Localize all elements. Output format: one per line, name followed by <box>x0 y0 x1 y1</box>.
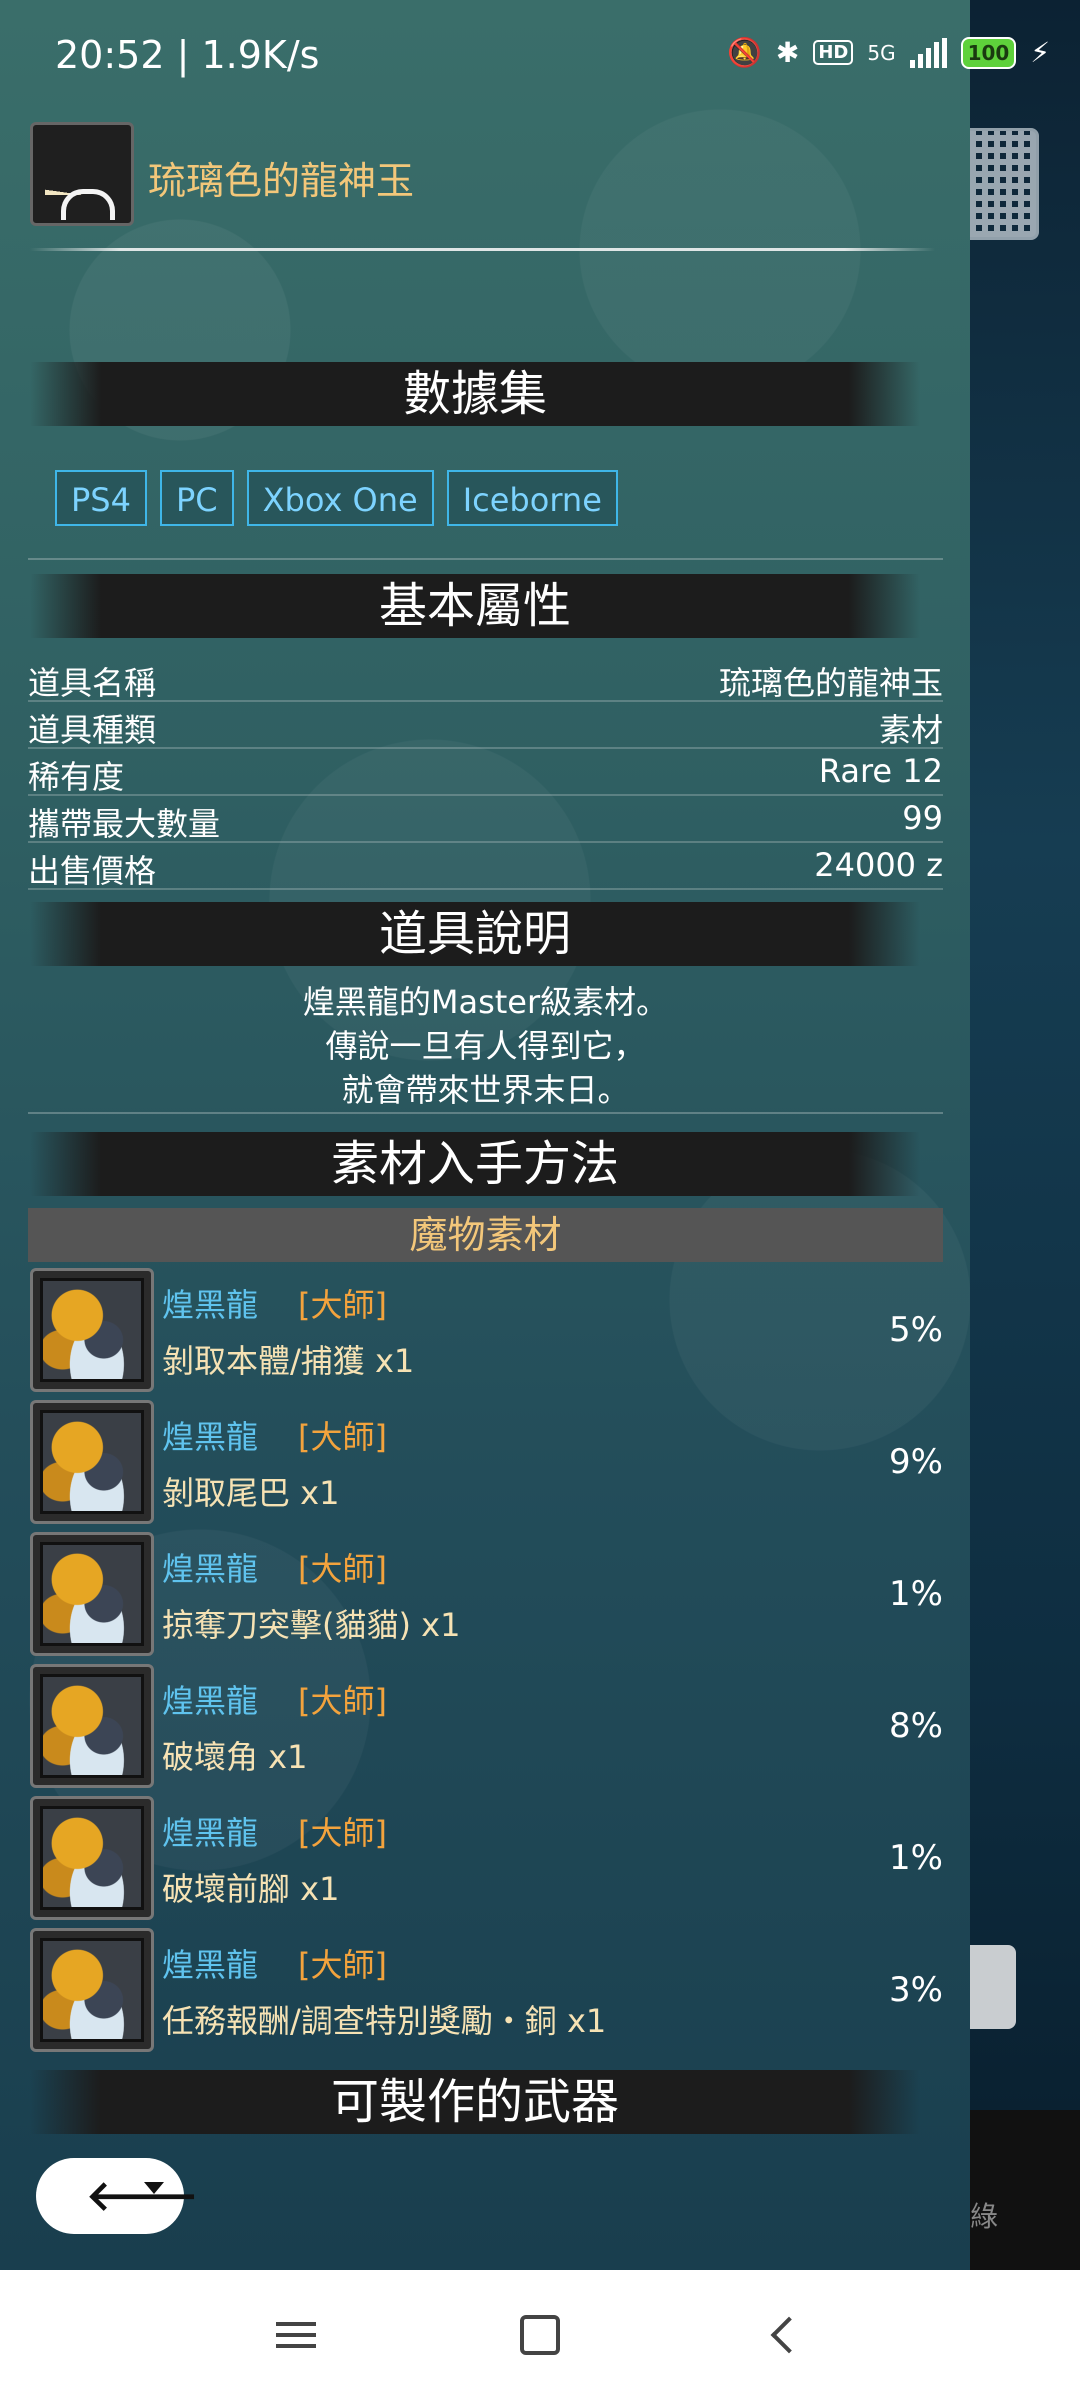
rank-label: [大師] <box>298 1946 387 1984</box>
charging-icon: ⚡ <box>1030 36 1050 69</box>
drop-rate: 8% <box>889 1706 943 1746</box>
monster-name[interactable]: 煌黑龍 <box>162 1676 258 1722</box>
mute-icon: 🔕 <box>726 36 762 69</box>
background-app-text: 綠 <box>970 2200 999 2233</box>
background-app: 綠 <box>970 0 1080 2270</box>
monster-icon <box>30 1928 154 2052</box>
platform-tag-pc[interactable]: PC <box>159 470 234 526</box>
hd-icon: HD <box>813 40 854 65</box>
attribute-value: 琉璃色的龍神玉 <box>718 664 943 702</box>
status-time: 20:52 | 1.9K/s <box>55 33 320 77</box>
monster-icon <box>30 1796 154 1920</box>
section-title-sources: 素材入手方法 <box>30 1132 920 1196</box>
section-title-description: 道具說明 <box>30 902 920 966</box>
source-row[interactable]: 煌黑龍 [大師] 剝取本體/捕獲 x1 5% <box>28 1266 943 1394</box>
platform-tags: PS4 PC Xbox One Iceborne <box>55 470 618 526</box>
drop-rate: 1% <box>889 1838 943 1878</box>
attribute-key: 道具名稱 <box>28 664 157 702</box>
dragon-gem-icon <box>30 122 134 226</box>
attribute-row: 道具種類 素材 <box>28 701 943 749</box>
divider <box>28 558 943 560</box>
obtain-method: 任務報酬/調查特別獎勵・銅 x1 <box>162 2002 607 2040</box>
monster-materials-header: 魔物素材 <box>28 1208 943 1262</box>
qr-scan-icon[interactable] <box>970 128 1039 240</box>
background-app-footer: 綠 <box>970 2110 1080 2270</box>
monster-icon <box>30 1664 154 1788</box>
menu-icon[interactable] <box>256 2270 336 2400</box>
monster-name[interactable]: 煌黑龍 <box>162 1280 258 1326</box>
rank-label: [大師] <box>298 1682 387 1720</box>
attribute-value: 素材 <box>878 711 943 749</box>
monster-name[interactable]: 煌黑龍 <box>162 1544 258 1590</box>
drop-rate: 5% <box>889 1310 943 1350</box>
divider <box>30 248 935 251</box>
source-row[interactable]: 煌黑龍 [大師] 任務報酬/調查特別獎勵・銅 x1 3% <box>28 1926 943 2054</box>
attribute-value: 99 <box>902 799 943 837</box>
drop-rate: 9% <box>889 1442 943 1482</box>
description-line: 就會帶來世界末日。 <box>341 1071 630 1109</box>
battery-icon: 100 <box>960 36 1017 69</box>
status-bar: 20:52 | 1.9K/s 🔕 ✱ HD 5G 100 ⚡ <box>0 0 1080 110</box>
attribute-key: 出售價格 <box>28 852 157 890</box>
section-title-dataset: 數據集 <box>30 362 920 426</box>
platform-tag-iceborne[interactable]: Iceborne <box>446 470 618 526</box>
attribute-value: Rare 12 <box>818 752 943 790</box>
obtain-method: 破壞角 x1 <box>162 1738 308 1776</box>
attribute-row: 稀有度 Rare 12 <box>28 748 943 796</box>
attribute-row: 攜帶最大數量 99 <box>28 795 943 843</box>
back-nav-icon[interactable] <box>744 2270 824 2400</box>
source-row[interactable]: 煌黑龍 [大師] 破壞角 x1 8% <box>28 1662 943 1790</box>
rank-label: [大師] <box>298 1418 387 1456</box>
platform-tag-ps4[interactable]: PS4 <box>55 470 147 526</box>
source-row[interactable]: 煌黑龍 [大師] 剝取尾巴 x1 9% <box>28 1398 943 1526</box>
attribute-row: 道具名稱 琉璃色的龍神玉 <box>28 654 943 702</box>
source-row[interactable]: 煌黑龍 [大師] 破壞前腳 x1 1% <box>28 1794 943 1922</box>
obtain-method: 剝取本體/捕獲 x1 <box>162 1342 415 1380</box>
monster-name[interactable]: 煌黑龍 <box>162 1412 258 1458</box>
attribute-key: 道具種類 <box>28 711 157 749</box>
signal-icon <box>909 37 947 68</box>
monster-icon <box>30 1268 154 1392</box>
obtain-method: 破壞前腳 x1 <box>162 1870 340 1908</box>
rank-label: [大師] <box>298 1550 387 1588</box>
description-line: 傳說一旦有人得到它， <box>325 1027 646 1065</box>
item-detail-panel: 琉璃色的龍神玉 數據集 PS4 PC Xbox One Iceborne 基本屬… <box>0 0 970 2270</box>
system-nav-bar <box>0 2270 1080 2400</box>
rank-label: [大師] <box>298 1286 387 1324</box>
platform-tag-xbox[interactable]: Xbox One <box>246 470 434 526</box>
back-arrow-icon: 🡐 <box>86 2171 199 2220</box>
drop-rate: 3% <box>889 1970 943 2010</box>
section-title-basic: 基本屬性 <box>30 574 920 638</box>
description-line: 煌黑龍的Master級素材。 <box>302 983 669 1021</box>
monster-icon <box>30 1532 154 1656</box>
monster-name[interactable]: 煌黑龍 <box>162 1940 258 1986</box>
rank-label: [大師] <box>298 1814 387 1852</box>
item-header: 琉璃色的龍神玉 <box>30 122 940 232</box>
section-title-weapons: 可製作的武器 <box>30 2070 920 2134</box>
home-icon[interactable] <box>500 2270 580 2400</box>
divider <box>28 1112 943 1114</box>
attribute-value: 24000 z <box>814 846 943 884</box>
attribute-key: 攜帶最大數量 <box>28 805 221 843</box>
source-row[interactable]: 煌黑龍 [大師] 掠奪刀突擊(貓貓) x1 1% <box>28 1530 943 1658</box>
background-app-button[interactable] <box>970 1945 1016 2029</box>
chevron-down-icon <box>144 2182 164 2194</box>
item-title: 琉璃色的龍神玉 <box>148 159 415 203</box>
obtain-method: 掠奪刀突擊(貓貓) x1 <box>162 1606 461 1644</box>
monster-name[interactable]: 煌黑龍 <box>162 1808 258 1854</box>
back-button[interactable]: 🡐 <box>36 2158 199 2234</box>
item-description: 煌黑龍的Master級素材。 傳說一旦有人得到它， 就會帶來世界末日。 <box>28 980 943 1112</box>
network-label: 5G <box>867 40 896 65</box>
attribute-key: 稀有度 <box>28 758 125 796</box>
bluetooth-icon: ✱ <box>775 36 800 69</box>
attribute-row: 出售價格 24000 z <box>28 842 943 890</box>
obtain-method: 剝取尾巴 x1 <box>162 1474 340 1512</box>
monster-icon <box>30 1400 154 1524</box>
drop-rate: 1% <box>889 1574 943 1614</box>
